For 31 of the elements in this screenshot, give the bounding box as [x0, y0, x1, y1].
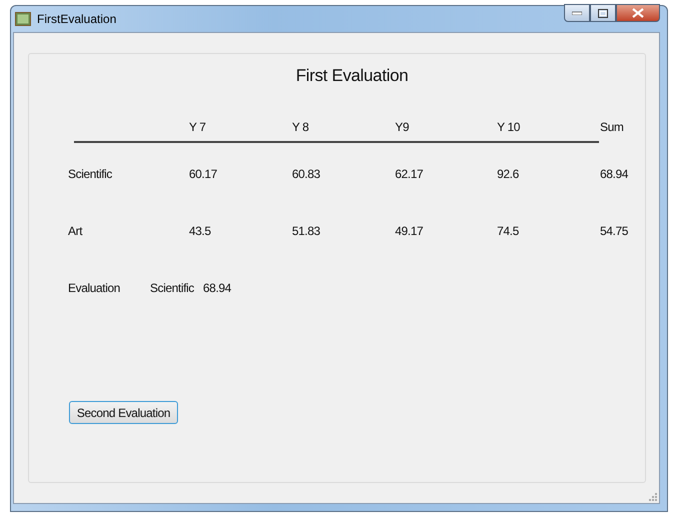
row-label: Scientific — [68, 167, 114, 181]
column-header: Y 7 — [189, 120, 207, 134]
row-label: Art — [68, 224, 84, 238]
value-label: 43.5 — [189, 224, 212, 238]
value-label: 54.75 — [600, 224, 630, 238]
close-icon — [632, 8, 644, 18]
value-label: 62.17 — [395, 167, 424, 181]
value-label: 68.94 — [600, 167, 630, 181]
column-header: Y 8 — [292, 120, 310, 134]
form-heading: First Evaluation — [296, 66, 408, 87]
value-label: 60.17 — [189, 167, 218, 181]
evaluation-score: 68.94 — [203, 281, 232, 295]
column-header: Sum — [600, 120, 624, 134]
value-label: 49.17 — [395, 224, 424, 238]
column-header: Y9 — [395, 120, 410, 134]
maximize-icon — [598, 8, 608, 18]
app-icon — [15, 12, 31, 26]
value-label: 92.6 — [497, 167, 520, 181]
column-header: Y 10 — [497, 120, 521, 134]
resize-grip-icon — [649, 493, 657, 501]
value-label: 60.83 — [292, 167, 322, 181]
value-label: 51.83 — [292, 224, 322, 238]
close-button[interactable] — [616, 4, 660, 22]
second-evaluation-button[interactable]: Second Evaluation — [69, 401, 178, 424]
minimize-button[interactable] — [564, 4, 590, 22]
window-title: FirstEvaluation — [37, 12, 116, 26]
value-label: 74.5 — [497, 224, 520, 238]
evaluation-category: Scientific — [150, 281, 194, 295]
minimize-icon — [572, 11, 582, 15]
evaluation-label: Evaluation — [68, 281, 122, 295]
maximize-button[interactable] — [590, 4, 616, 22]
